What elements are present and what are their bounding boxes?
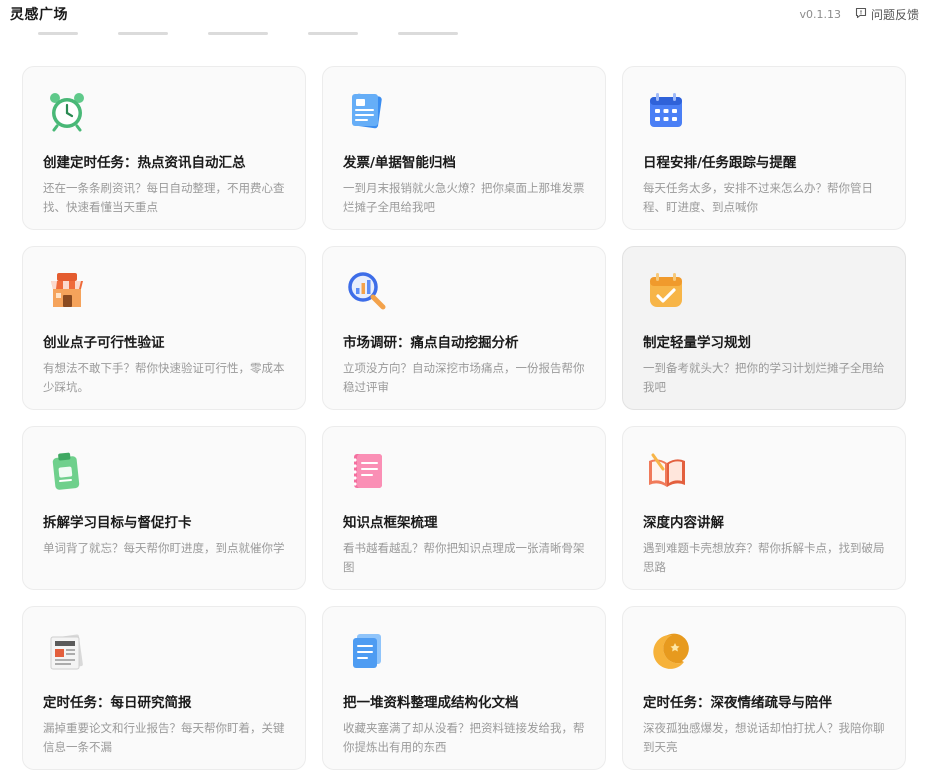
card-description: 单词背了就忘？每天帮你盯进度，到点就催你学 (43, 541, 285, 555)
inspiration-card[interactable]: 创业点子可行性验证 有想法不敢下手？帮你快速验证可行性，零成本少踩坑。 (22, 246, 306, 410)
inspiration-card[interactable]: 把一堆资料整理成结构化文档 收藏夹塞满了却从没看？把资料链接发给我，帮你提炼出有… (322, 606, 606, 770)
card-title: 知识点框架梳理 (343, 515, 438, 531)
newspaper-icon (45, 629, 89, 673)
moon-star-icon (645, 629, 689, 673)
card-title: 创建定时任务：热点资讯自动汇总 (43, 155, 246, 171)
version-label: v0.1.13 (799, 7, 841, 21)
inspiration-card[interactable]: 市场调研：痛点自动挖掘分析 立项没方向？自动深挖市场痛点，一份报告帮你稳过评审 (322, 246, 606, 410)
documents-stack-icon (345, 629, 389, 673)
card-description: 深夜孤独感爆发，想说话却怕打扰人？我陪你聊到天亮 (643, 721, 885, 754)
card-description: 一到月末报销就火急火燎？把你桌面上那堆发票烂摊子全甩给我吧 (343, 181, 585, 214)
alarm-clock-icon (45, 89, 89, 133)
inspiration-card[interactable]: 知识点框架梳理 看书越看越乱？帮你把知识点理成一张清晰骨架图 (322, 426, 606, 590)
card-title: 把一堆资料整理成结构化文档 (343, 695, 519, 711)
card-description: 遇到难题卡壳想放弃？帮你拆解卡点，找到破局思路 (643, 541, 885, 574)
card-description: 每天任务太多，安排不过来怎么办？帮你管日程、盯进度、到点喊你 (643, 181, 873, 214)
inspiration-card[interactable]: 发票/单据智能归档 一到月末报销就火急火燎？把你桌面上那堆发票烂摊子全甩给我吧 (322, 66, 606, 230)
card-title: 定时任务：深夜情绪疏导与陪伴 (643, 695, 832, 711)
feedback-icon (855, 7, 867, 22)
card-title: 制定轻量学习规划 (643, 335, 751, 351)
card-title: 拆解学习目标与督促打卡 (43, 515, 192, 531)
invoice-document-icon (345, 89, 389, 133)
inspiration-card[interactable]: 定时任务：深夜情绪疏导与陪伴 深夜孤独感爆发，想说话却怕打扰人？我陪你聊到天亮 (622, 606, 906, 770)
card-description: 漏掉重要论文和行业报告？每天帮你盯着，关键信息一条不漏 (43, 721, 285, 754)
inspiration-card[interactable]: 创建定时任务：热点资讯自动汇总 还在一条条刷资讯？每日自动整理，不用费心查找、快… (22, 66, 306, 230)
feedback-button[interactable]: 问题反馈 (855, 6, 919, 23)
open-book-icon (645, 449, 689, 493)
card-description: 还在一条条刷资讯？每日自动整理，不用费心查找、快速看懂当天重点 (43, 181, 285, 214)
inspiration-card[interactable]: 日程安排/任务跟踪与提醒 每天任务太多，安排不过来怎么办？帮你管日程、盯进度、到… (622, 66, 906, 230)
notebook-icon (345, 449, 389, 493)
inspiration-card[interactable]: 定时任务：每日研究简报 漏掉重要论文和行业报告？每天帮你盯着，关键信息一条不漏 (22, 606, 306, 770)
magnifier-chart-icon (345, 269, 389, 313)
card-description: 收藏夹塞满了却从没看？把资料链接发给我，帮你提炼出有用的东西 (343, 721, 585, 754)
checklist-calendar-icon (645, 269, 689, 313)
page-title: 灵感广场 (10, 7, 68, 23)
card-title: 深度内容讲解 (643, 515, 724, 531)
card-title: 定时任务：每日研究简报 (43, 695, 192, 711)
card-description: 看书越看越乱？帮你把知识点理成一张清晰骨架图 (343, 541, 585, 574)
store-icon (45, 269, 89, 313)
card-description: 一到备考就头大？把你的学习计划烂摊子全甩给我吧 (643, 361, 885, 394)
card-description: 有想法不敢下手？帮你快速验证可行性，零成本少踩坑。 (43, 361, 285, 394)
top-bar: 灵感广场 v0.1.13 问题反馈 (0, 0, 929, 28)
inspiration-card[interactable]: 拆解学习目标与督促打卡 单词背了就忘？每天帮你盯进度，到点就催你学 (22, 426, 306, 590)
card-description: 立项没方向？自动深挖市场痛点，一份报告帮你稳过评审 (343, 361, 585, 394)
card-title: 市场调研：痛点自动挖掘分析 (343, 335, 519, 351)
scrolled-content-remnant (38, 30, 498, 36)
inspiration-grid: 创建定时任务：热点资讯自动汇总 还在一条条刷资讯？每日自动整理，不用费心查找、快… (22, 66, 906, 770)
inspiration-card[interactable]: 深度内容讲解 遇到难题卡壳想放弃？帮你拆解卡点，找到破局思路 (622, 426, 906, 590)
card-title: 日程安排/任务跟踪与提醒 (643, 155, 797, 171)
card-title: 创业点子可行性验证 (43, 335, 165, 351)
calendar-icon (645, 89, 689, 133)
feedback-label: 问题反馈 (870, 7, 919, 22)
top-right-group: v0.1.13 问题反馈 (799, 6, 919, 23)
clipboard-icon (45, 449, 89, 493)
inspiration-card[interactable]: 制定轻量学习规划 一到备考就头大？把你的学习计划烂摊子全甩给我吧 (622, 246, 906, 410)
card-title: 发票/单据智能归档 (343, 155, 456, 171)
